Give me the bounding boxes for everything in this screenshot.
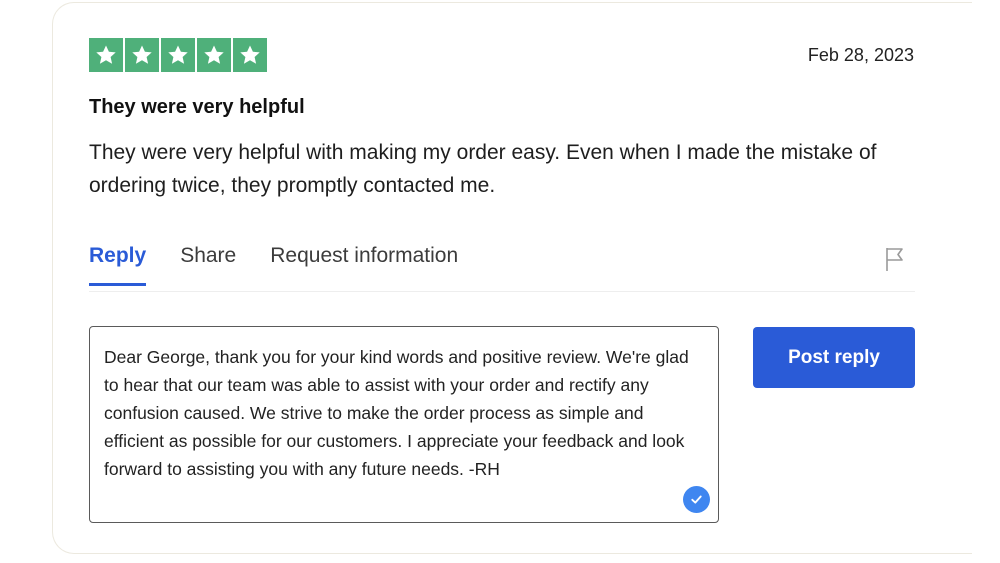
review-title: They were very helpful: [89, 96, 305, 118]
tabs-divider: [89, 291, 915, 292]
review-date: Feb 28, 2023: [807, 45, 914, 65]
reply-textarea[interactable]: Dear George, thank you for your kind wor…: [89, 326, 719, 523]
star-icon: [197, 38, 231, 72]
star-icon: [125, 38, 159, 72]
review-body: They were very helpful with making my or…: [89, 141, 877, 197]
post-reply-button[interactable]: Post reply: [753, 327, 915, 388]
action-tabs: Reply Share Request information: [89, 244, 492, 286]
tab-reply[interactable]: Reply: [89, 244, 147, 286]
tab-share[interactable]: Share: [180, 244, 236, 283]
star-icon: [233, 38, 267, 72]
star-rating: [89, 38, 267, 72]
flag-icon[interactable]: [883, 246, 907, 272]
checkmark-icon: [683, 486, 710, 513]
star-icon: [161, 38, 195, 72]
tab-request-information[interactable]: Request information: [270, 244, 458, 283]
star-icon: [89, 38, 123, 72]
